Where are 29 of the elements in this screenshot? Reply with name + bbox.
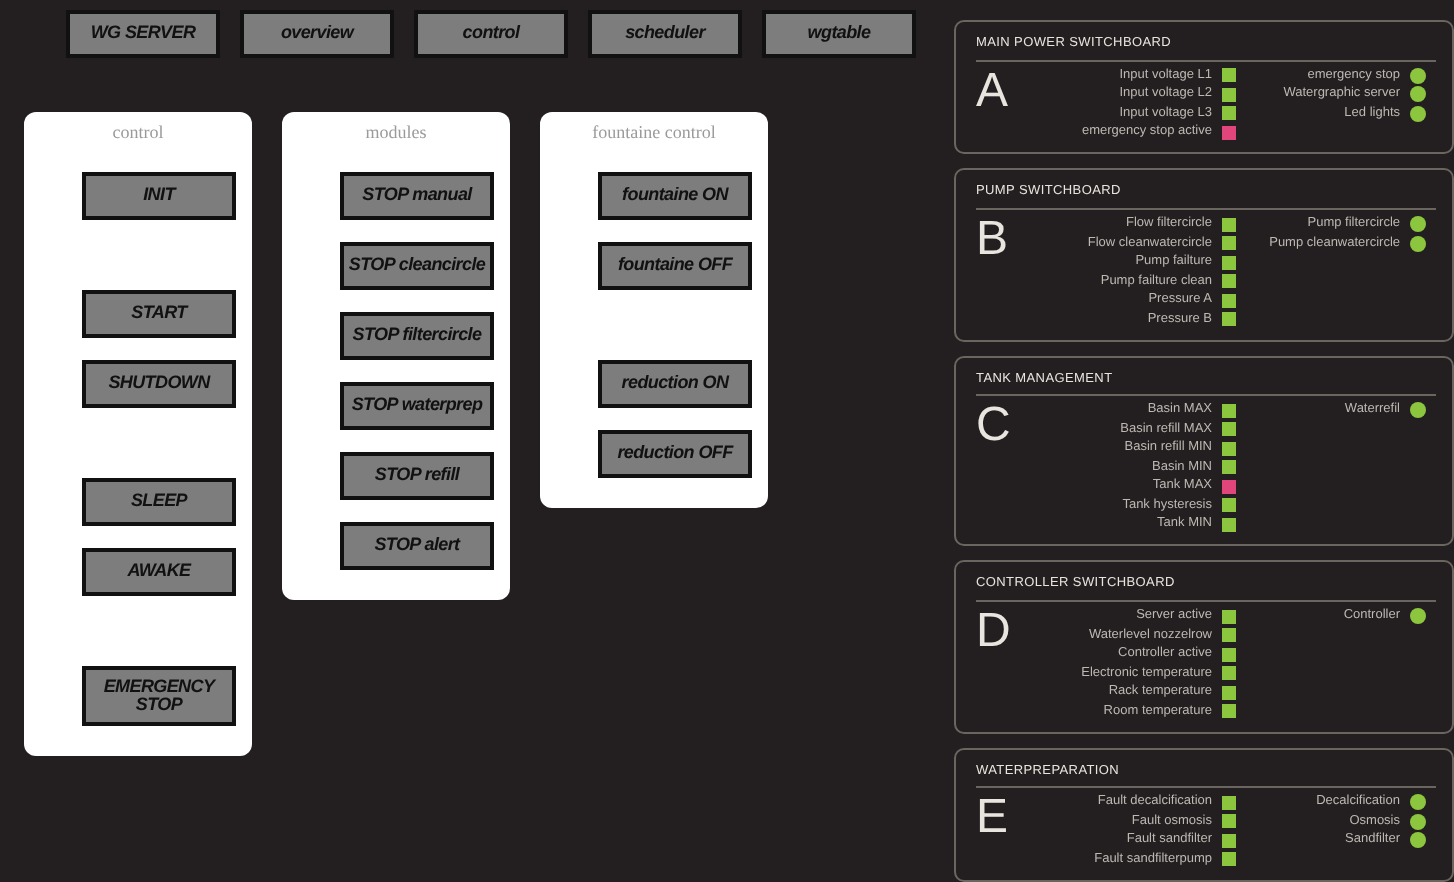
command-button[interactable]: reduction ON — [598, 359, 752, 407]
command-button[interactable]: STOP cleancircle — [340, 241, 494, 289]
command-button[interactable]: SHUTDOWN — [82, 359, 236, 407]
command-button[interactable]: AWAKE — [82, 547, 236, 595]
command-button[interactable]: fountaine OFF — [598, 241, 752, 289]
command-button[interactable]: SLEEP — [82, 477, 236, 525]
command-button[interactable]: reduction OFF — [598, 429, 752, 477]
command-button[interactable]: STOP alert — [340, 521, 494, 569]
command-button[interactable]: fountaine ON — [598, 171, 752, 219]
command-button[interactable]: STOP refill — [340, 451, 494, 499]
nav-button[interactable]: scheduler — [588, 10, 742, 58]
nav-button[interactable]: WG SERVER — [66, 10, 220, 58]
section-letter: C — [976, 402, 1013, 457]
section-letter: D — [976, 608, 1013, 662]
section-letter: B — [976, 216, 1011, 270]
command-button[interactable]: STOP filtercircle — [340, 311, 494, 359]
command-button[interactable]: INIT — [82, 171, 236, 219]
panel-title: fountaine control — [592, 120, 716, 146]
command-button[interactable]: START — [82, 289, 236, 337]
panel-title: control — [112, 120, 164, 146]
section-letter: A — [976, 67, 1011, 122]
command-button[interactable]: EMERGENCY STOP — [82, 665, 236, 727]
command-button[interactable]: STOP waterprep — [340, 381, 494, 429]
nav-button[interactable]: control — [414, 10, 568, 58]
panel-title: modules — [365, 120, 427, 146]
section-letter: E — [976, 794, 1011, 849]
nav-button[interactable]: wgtable — [762, 10, 916, 58]
command-button[interactable]: STOP manual — [340, 171, 494, 219]
nav-button[interactable]: overview — [240, 10, 394, 58]
